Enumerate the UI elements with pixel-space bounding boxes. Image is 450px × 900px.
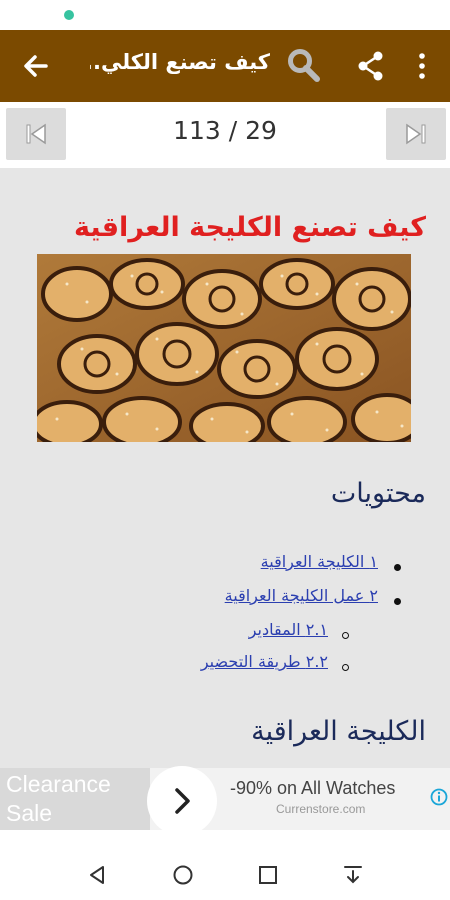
share-button[interactable]	[356, 50, 386, 82]
magnifier-icon	[288, 49, 320, 82]
nav-down-arrow-icon[interactable]	[342, 864, 364, 886]
toc-subbullet	[342, 632, 349, 639]
toc-link-iraqi-kleicha[interactable]: ١ الكليجة العراقية	[261, 552, 378, 571]
skip-previous-icon	[26, 123, 46, 145]
ad-source[interactable]: Currenstore.com	[276, 802, 365, 816]
more-vertical-icon	[419, 53, 425, 79]
page-counter: 113 / 29	[173, 116, 277, 145]
section-heading: الكليجة العراقية	[251, 716, 426, 747]
app-bar: كيف تصنع الكلي...	[0, 30, 450, 102]
bottom-spacer	[0, 830, 450, 850]
ad-arrow-button[interactable]	[147, 766, 217, 836]
ad-banner[interactable]: Clearance Sale -90% on All Watches Curre…	[0, 766, 450, 836]
back-button[interactable]	[18, 48, 54, 84]
next-page-button[interactable]	[386, 108, 446, 160]
arrow-left-icon	[24, 55, 48, 77]
skip-next-icon	[406, 123, 426, 145]
notification-dot-icon	[64, 10, 74, 20]
previous-page-button[interactable]	[6, 108, 66, 160]
app-title: كيف تصنع الكلي...	[90, 50, 270, 74]
info-icon	[430, 788, 448, 806]
toc-link-ingredients[interactable]: ٢.١ المقادير	[249, 620, 328, 639]
nav-back-triangle-icon[interactable]	[86, 864, 108, 886]
toc-bullet	[394, 564, 401, 571]
ad-info-button[interactable]	[430, 788, 448, 806]
kleicha-pastry-photo	[37, 254, 411, 442]
toc-bullet	[394, 598, 401, 605]
nav-recents-square-icon[interactable]	[257, 864, 279, 886]
toc-heading: محتويات	[330, 478, 426, 509]
ad-left-panel[interactable]: Clearance Sale	[0, 768, 150, 830]
toc-subbullet	[342, 664, 349, 671]
toc-link-preparation[interactable]: ٢.٢ طريقة التحضير	[201, 652, 328, 671]
share-icon	[358, 51, 383, 81]
status-bar	[0, 0, 450, 30]
nav-home-circle-icon[interactable]	[172, 864, 194, 886]
toc-link-making-kleicha[interactable]: ٢ عمل الكليجة العراقية	[225, 586, 378, 605]
article-content[interactable]: كيف تصنع الكليجة العراقية محتويات ١ الكل…	[0, 168, 450, 768]
system-navigation-bar	[0, 850, 450, 900]
article-title: كيف تصنع الكليجة العراقية	[73, 212, 426, 243]
chevron-right-icon	[175, 788, 190, 814]
page-navigator: 113 / 29	[0, 102, 450, 169]
ad-left-text: Clearance Sale	[6, 771, 111, 826]
search-button[interactable]	[284, 46, 324, 86]
ad-headline[interactable]: -90% on All Watches	[230, 778, 395, 799]
more-options-button[interactable]	[412, 50, 432, 82]
